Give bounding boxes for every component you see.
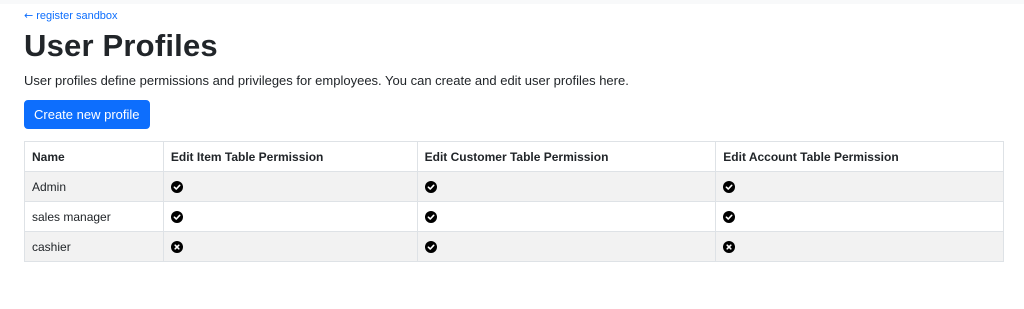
customer-permission-cell (416, 171, 717, 202)
item-permission-cell (162, 201, 418, 232)
item-permission-cell (162, 171, 418, 202)
check-icon (723, 211, 736, 224)
table-row: sales manager (24, 201, 1004, 232)
x-icon (170, 241, 183, 254)
account-permission-cell (715, 231, 1004, 262)
table-row: cashier (24, 231, 1004, 262)
table-header-row: Name Edit Item Table Permission Edit Cus… (24, 141, 1004, 172)
check-icon (424, 211, 437, 224)
header-name: Name (24, 141, 164, 172)
item-permission-cell (162, 231, 418, 262)
account-permission-cell (715, 171, 1004, 202)
table-body: Admin sales manager cashier (24, 171, 1004, 262)
page-description: User profiles define permissions and pri… (24, 73, 629, 88)
arrow-left-icon: ← (24, 9, 34, 22)
profiles-table: Name Edit Item Table Permission Edit Cus… (24, 141, 1004, 262)
profile-name-cell: cashier (24, 231, 164, 262)
back-link[interactable]: ← register sandbox (24, 8, 118, 24)
check-icon (170, 211, 183, 224)
profile-name-cell: sales manager (24, 201, 164, 232)
header-customer-permission: Edit Customer Table Permission (416, 141, 717, 172)
customer-permission-cell (416, 201, 717, 232)
back-link-label: register sandbox (36, 10, 118, 22)
account-permission-cell (715, 201, 1004, 232)
check-icon (424, 241, 437, 254)
create-profile-button[interactable]: Create new profile (24, 100, 150, 129)
x-icon (723, 241, 736, 254)
page-title: User Profiles (24, 28, 218, 63)
page-container: ← register sandbox User Profiles User pr… (24, 6, 1004, 262)
top-bar (0, 0, 1024, 4)
check-icon (170, 181, 183, 194)
header-account-permission: Edit Account Table Permission (715, 141, 1004, 172)
check-icon (723, 181, 736, 194)
header-item-permission: Edit Item Table Permission (162, 141, 418, 172)
check-icon (424, 181, 437, 194)
table-row: Admin (24, 171, 1004, 202)
customer-permission-cell (416, 231, 717, 262)
profile-name-cell: Admin (24, 171, 164, 202)
